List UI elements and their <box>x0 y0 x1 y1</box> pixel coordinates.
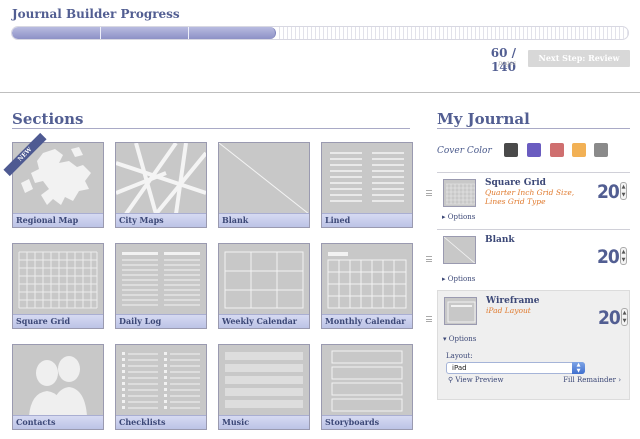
section-tile-lined[interactable]: Lined <box>321 142 413 228</box>
journal-item-details: Quarter Inch Grid Size, Lines Grid Type <box>485 188 575 206</box>
page-count-value: 20 <box>598 307 621 329</box>
cover-color-swatch[interactable] <box>527 143 541 157</box>
page-count-value: 20 <box>597 181 620 203</box>
cover-color-label: Cover Color <box>437 146 492 156</box>
chevron-updown-icon: ▲ ▼ <box>572 362 585 374</box>
weekly-calendar-icon <box>219 244 309 315</box>
page-count-unit: pages <box>498 60 516 67</box>
blank-page-icon <box>443 236 476 264</box>
sections-heading: Sections <box>12 110 84 128</box>
monthly-calendar-icon <box>322 244 412 315</box>
journal-item-details: iPad Layout <box>486 306 531 315</box>
cover-color-swatch[interactable] <box>550 143 564 157</box>
section-tile-blank[interactable]: Blank <box>218 142 310 228</box>
journal-item-blank: Blank 20 ▲ ▼ ▸ Options <box>437 229 630 287</box>
tile-label: Lined <box>322 213 412 227</box>
layout-select-value: iPad <box>452 364 467 372</box>
drag-handle-icon[interactable] <box>426 190 432 196</box>
grid-page-icon <box>443 179 476 207</box>
options-toggle[interactable]: ▸ Options <box>442 275 475 283</box>
divider <box>0 92 640 93</box>
journal-item-name: Blank <box>485 235 515 245</box>
section-tile-storyboards[interactable]: Storyboards <box>321 344 413 430</box>
tile-label: Music <box>219 415 309 429</box>
tile-label: Checklists <box>116 415 206 429</box>
grid-page-icon <box>13 244 103 315</box>
progress-bar <box>11 26 629 40</box>
fill-remainder-label: Fill Remainder <box>563 376 616 384</box>
storyboard-icon <box>322 345 412 416</box>
lined-page-icon <box>322 143 412 214</box>
tile-label: Blank <box>219 213 309 227</box>
layout-select[interactable]: iPad ▲ ▼ <box>446 362 585 374</box>
divider <box>12 128 410 129</box>
journal-item-wireframe: Wireframe iPad Layout 20 ▲ ▼ ▾ Options La… <box>437 290 630 400</box>
section-tile-regional-map[interactable]: NEW Regional Map <box>3 132 104 228</box>
tile-label: Contacts <box>13 415 103 429</box>
view-preview-label: View Preview <box>455 376 504 384</box>
progress-segment-divider <box>188 27 189 39</box>
tile-label: Storyboards <box>322 415 412 429</box>
view-preview-link[interactable]: ⚲ View Preview <box>448 376 503 384</box>
page-count-stepper[interactable]: ▲ ▼ <box>621 308 628 326</box>
section-tile-weekly-calendar[interactable]: Weekly Calendar <box>218 243 310 329</box>
journal-item-name: Square Grid <box>485 178 546 188</box>
layout-label: Layout: <box>446 352 473 360</box>
section-tile-daily-log[interactable]: Daily Log <box>115 243 207 329</box>
options-toggle[interactable]: ▾ Options <box>443 335 476 343</box>
blank-page-icon <box>219 143 309 214</box>
progress-remaining-ticks <box>276 27 628 39</box>
section-tile-square-grid[interactable]: Square Grid <box>12 243 104 329</box>
daily-log-icon <box>116 244 206 315</box>
tile-label: City Maps <box>116 213 206 227</box>
journal-item-name: Wireframe <box>486 296 540 306</box>
section-tile-contacts[interactable]: Contacts <box>12 344 104 430</box>
divider <box>437 128 630 129</box>
page-count-stepper[interactable]: ▲ ▼ <box>620 182 627 200</box>
tile-label: Weekly Calendar <box>219 314 309 328</box>
options-toggle[interactable]: ▸ Options <box>442 213 475 221</box>
page-count-value: 20 <box>597 246 620 268</box>
drag-handle-icon[interactable] <box>426 256 432 262</box>
music-staff-icon <box>219 345 309 416</box>
journal-item-square-grid: Square Grid Quarter Inch Grid Size, Line… <box>437 172 630 228</box>
checklist-icon <box>116 345 206 416</box>
tile-label: Regional Map <box>13 213 103 227</box>
tile-label: Square Grid <box>13 314 103 328</box>
chevron-right-icon: › <box>618 376 621 384</box>
search-icon: ⚲ <box>448 376 454 384</box>
section-tile-city-maps[interactable]: City Maps <box>115 142 207 228</box>
drag-handle-icon[interactable] <box>426 316 432 322</box>
progress-fill <box>12 27 277 39</box>
next-step-button[interactable]: Next Step: Review <box>528 50 630 67</box>
page-count-stepper[interactable]: ▲ ▼ <box>620 247 627 265</box>
section-tile-monthly-calendar[interactable]: Monthly Calendar <box>321 243 413 329</box>
section-tile-checklists[interactable]: Checklists <box>115 344 207 430</box>
wireframe-page-icon <box>444 297 477 325</box>
my-journal-heading: My Journal <box>437 110 530 128</box>
contacts-icon <box>13 345 103 416</box>
fill-remainder-link[interactable]: Fill Remainder › <box>563 376 621 384</box>
section-tile-music[interactable]: Music <box>218 344 310 430</box>
street-map-icon <box>116 143 206 214</box>
cover-color-swatch[interactable] <box>594 143 608 157</box>
progress-segment-divider <box>100 27 101 39</box>
tile-label: Daily Log <box>116 314 206 328</box>
tile-label: Monthly Calendar <box>322 314 412 328</box>
cover-color-swatch[interactable] <box>504 143 518 157</box>
cover-color-swatch[interactable] <box>572 143 586 157</box>
progress-title: Journal Builder Progress <box>12 7 180 21</box>
